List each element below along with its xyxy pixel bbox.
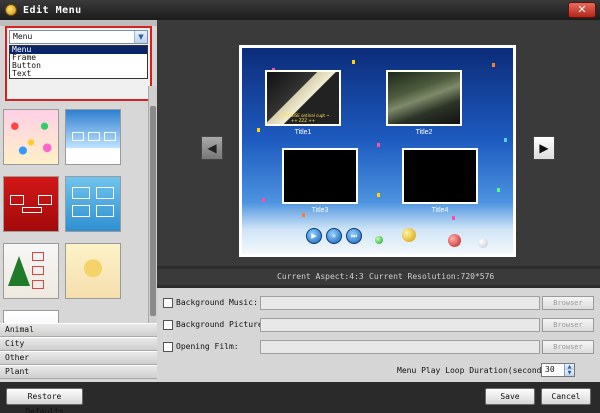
next-chapter-icon[interactable]: ⏭ [346,228,362,244]
window-title: Edit Menu [23,4,82,16]
thumb-frame [32,266,44,275]
current-aspect: Current Aspect:4:3 [277,272,364,281]
opening-film-field[interactable] [260,340,540,354]
confetti [257,128,260,132]
play-icon[interactable]: ▶ [306,228,322,244]
chevron-down-icon[interactable]: ▼ [134,31,147,43]
background-music-row: Background Music: Browser [163,296,594,310]
template-thumbnail-christmas-tree[interactable] [3,243,59,299]
bottom-bar: Restore Defaults Save Cancel [0,382,600,413]
preview-area: ◀ ▶ ~ DNTSBSE ontinal cupt ~ ++ ZZZ ++ T… [157,20,600,266]
thumb-frame [72,187,90,199]
confetti [492,63,495,67]
close-button[interactable]: ✕ [568,2,596,18]
template-thumbnail-red[interactable] [3,176,59,232]
title4-thumbnail[interactable] [402,148,478,204]
confetti [377,143,380,147]
app-logo-icon [5,4,17,16]
title3-thumbnail[interactable] [282,148,358,204]
background-picture-field[interactable] [260,318,540,332]
thumb-frame [10,195,24,205]
stepper-down-icon[interactable]: ▼ [564,370,574,376]
title2-label: Title2 [415,129,433,136]
title-bar: Edit Menu ✕ [0,0,600,20]
loop-duration-label: Menu Play Loop Duration(seconds): [397,366,556,375]
category-plant[interactable]: Plant [0,365,157,379]
thumb-frame [38,195,52,205]
thumb-frame [22,207,42,213]
opening-film-checkbox[interactable] [163,342,173,352]
title1-thumbnail[interactable]: ~ DNTSBSE ontinal cupt ~ ++ ZZZ ++ [265,70,341,126]
option-text[interactable]: Text [10,70,147,78]
template-thumbnails [0,106,148,323]
template-panel: Menu ▼ Menu Frame Button Text Animal Cit… [0,20,157,382]
title4-label: Title4 [431,207,449,214]
template-thumbnail-christmas-blue[interactable] [65,109,121,165]
save-button[interactable]: Save [485,388,535,405]
fast-forward-icon[interactable]: » [326,228,342,244]
background-music-label: Background Music: [176,298,258,307]
opening-film-browse-button[interactable]: Browser [542,340,594,354]
template-thumbnail-plain[interactable] [3,310,59,323]
thumb-frame [104,132,116,141]
opening-film-label: Opening Film: [176,342,239,351]
thumb-frame [32,252,44,261]
preview-panel: ◀ ▶ ~ DNTSBSE ontinal cupt ~ ++ ZZZ ++ T… [157,20,600,382]
confetti [497,188,500,192]
background-picture-label: Background Picture: [176,320,268,329]
background-picture-row: Background Picture: Browser [163,318,594,332]
ornament-silver-icon [478,238,488,248]
category-city[interactable]: City [0,337,157,351]
background-music-checkbox[interactable] [163,298,173,308]
cancel-button[interactable]: Cancel [541,388,591,405]
restore-defaults-button[interactable]: Restore Defaults [6,388,83,413]
category-animal[interactable]: Animal [0,323,157,337]
thumbnail-scrollbar[interactable] [148,86,157,323]
thumb-frame [96,205,114,217]
background-picture-checkbox[interactable] [163,320,173,330]
thumb-frame [72,132,84,141]
template-thumbnail-family[interactable] [65,243,121,299]
ornament-green-icon [375,236,383,244]
info-bar: Current Aspect:4:3 Current Resolution:72… [157,269,600,285]
thumb-frame [88,132,100,141]
title2-thumbnail[interactable] [386,70,462,126]
selected-template-type: Menu [13,32,33,41]
confetti [377,193,380,197]
category-other[interactable]: Other [0,351,157,365]
title3-label: Title3 [311,207,329,214]
menu-preview: ~ DNTSBSE ontinal cupt ~ ++ ZZZ ++ Title… [239,45,516,257]
next-page-button[interactable]: ▶ [533,136,555,160]
background-music-browse-button[interactable]: Browser [542,296,594,310]
title1-thumbnail-subcaption: ++ ZZZ ++ [290,118,316,123]
template-type-select[interactable]: Menu ▼ [9,30,148,44]
current-resolution: Current Resolution:720*576 [369,272,495,281]
opening-film-row: Opening Film: Browser [163,340,594,354]
previous-page-button[interactable]: ◀ [201,136,223,160]
scrollbar-thumb[interactable] [150,106,156,316]
template-thumbnail-sky[interactable] [65,176,121,232]
template-type-dropdown: Menu ▼ Menu Frame Button Text [5,26,152,101]
menu-settings: Background Music: Browser Background Pic… [157,288,600,382]
thumb-frame [32,280,44,289]
loop-duration-value: 30 [545,365,555,374]
confetti [262,198,265,202]
thumb-frame [96,187,114,199]
title1-label: Title1 [294,129,312,136]
background-music-field[interactable] [260,296,540,310]
template-thumbnail-candy[interactable] [3,109,59,165]
category-list: Animal City Other Plant [0,323,157,379]
confetti [452,216,455,220]
background-picture-browse-button[interactable]: Browser [542,318,594,332]
ornament-gold-icon [402,228,416,242]
ornament-red-icon [448,234,461,247]
dropdown-options: Menu Frame Button Text [9,45,148,79]
confetti [352,60,355,64]
thumb-frame [72,205,90,217]
loop-duration-stepper[interactable]: 30 ▲ ▼ [541,363,575,377]
tree-icon [8,256,30,286]
confetti [504,138,507,142]
